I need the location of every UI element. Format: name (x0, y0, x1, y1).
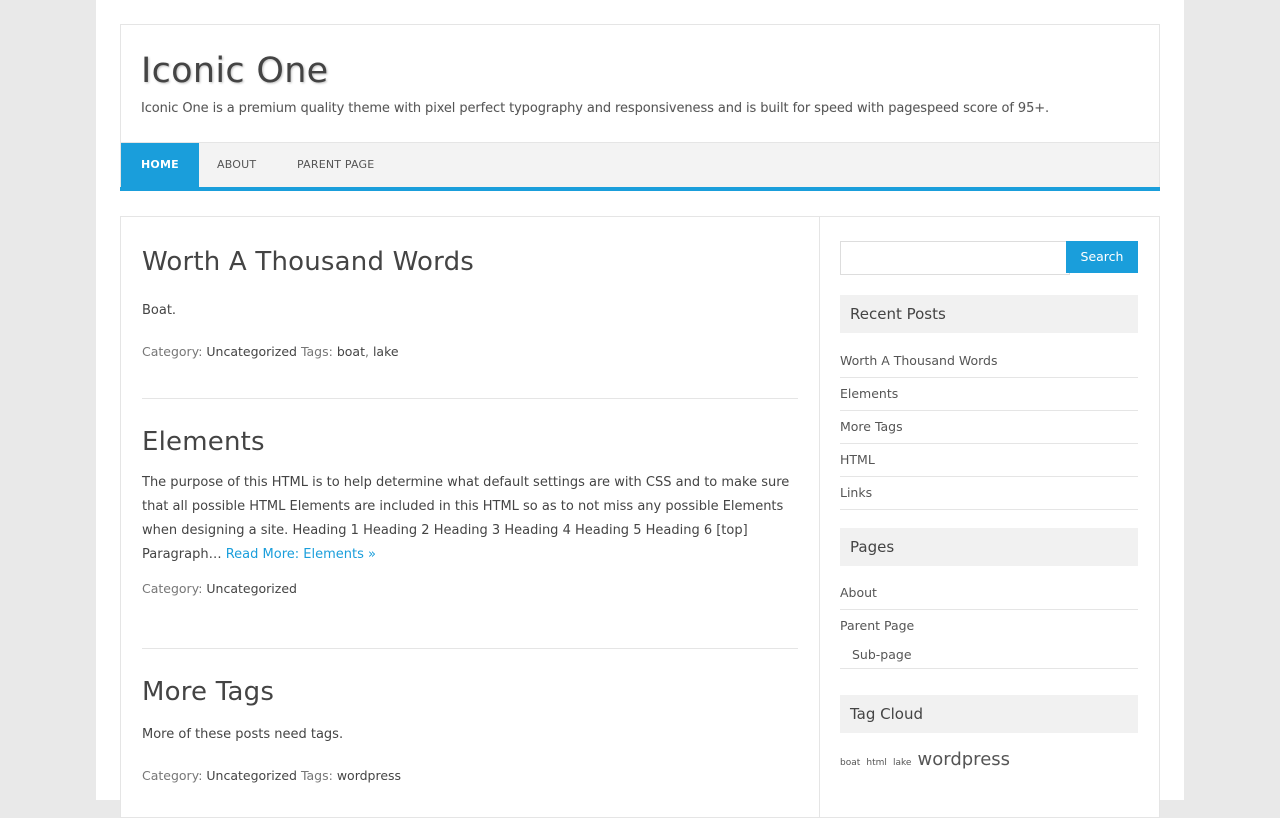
tag-cloud-link[interactable]: html (866, 758, 887, 768)
post-title[interactable]: Worth A Thousand Words (142, 247, 798, 277)
post-title[interactable]: More Tags (142, 677, 798, 707)
post-title[interactable]: Elements (142, 427, 798, 457)
page-link-about[interactable]: About (840, 577, 1138, 610)
post-separator (142, 398, 798, 399)
post-meta: Category: Uncategorized Tags: boat, lake (142, 344, 399, 359)
nav-item-about[interactable]: About (217, 143, 256, 187)
post-excerpt: Boat. (142, 303, 177, 318)
nav-item-home[interactable]: Home (121, 143, 199, 187)
category-link[interactable]: Uncategorized (206, 768, 297, 783)
post-meta: Category: Uncategorized Tags: wordpress (142, 768, 798, 783)
tags-label: Tags: (300, 344, 333, 359)
search-input[interactable] (840, 241, 1070, 275)
post-excerpt: The purpose of this HTML is to help dete… (142, 471, 798, 567)
tag-cloud-link[interactable]: wordpress (918, 749, 1011, 770)
tag-cloud: boat html lake wordpress (840, 749, 1011, 770)
category-label: Category: (142, 344, 203, 359)
tag-link[interactable]: boat (337, 344, 365, 359)
tag-link[interactable]: wordpress (337, 768, 401, 783)
post-meta: Category: Uncategorized (142, 581, 798, 596)
tag-link[interactable]: lake (373, 344, 399, 359)
category-label: Category: (142, 768, 203, 783)
tag-cloud-link[interactable]: lake (893, 758, 911, 768)
pages-list: About Parent Page Sub-page (840, 577, 1138, 669)
recent-posts-title: Recent Posts (840, 295, 1138, 333)
post-excerpt: More of these posts need tags. (142, 727, 344, 742)
recent-post-link[interactable]: HTML (840, 444, 1138, 477)
tags-label: Tags: (300, 768, 333, 783)
tag-cloud-title: Tag Cloud (840, 695, 1138, 733)
category-label: Category: (142, 581, 203, 596)
content-wrapper: Worth A Thousand Words Boat. Category: U… (120, 216, 1160, 818)
site-title[interactable]: Iconic One (141, 51, 329, 91)
recent-post-link[interactable]: Links (840, 477, 1138, 510)
post: Worth A Thousand Words Boat. Category: U… (142, 247, 798, 359)
post: More Tags More of these posts need tags.… (142, 677, 798, 783)
tag-cloud-link[interactable]: boat (840, 758, 860, 768)
recent-post-link[interactable]: Elements (840, 378, 1138, 411)
main-navigation: Home About Parent Page (120, 142, 1160, 187)
post: Elements The purpose of this HTML is to … (142, 427, 798, 596)
category-link[interactable]: Uncategorized (206, 344, 297, 359)
page-link-sub-page[interactable]: Sub-page (840, 642, 1138, 669)
post-separator (142, 648, 798, 649)
recent-post-link[interactable]: Worth A Thousand Words (840, 345, 1138, 378)
page-link-parent-page[interactable]: Parent Page (840, 610, 1138, 642)
category-link[interactable]: Uncategorized (206, 581, 297, 596)
recent-posts-list: Worth A Thousand Words Elements More Tag… (840, 345, 1138, 510)
nav-item-parent-page[interactable]: Parent Page (297, 143, 374, 187)
main-content: Worth A Thousand Words Boat. Category: U… (121, 217, 820, 817)
pages-title: Pages (840, 528, 1138, 566)
recent-post-link[interactable]: More Tags (840, 411, 1138, 444)
site-description: Iconic One is a premium quality theme wi… (141, 101, 1050, 116)
nav-accent-bar (120, 187, 1160, 191)
search-button[interactable]: Search (1066, 241, 1138, 273)
read-more-link[interactable]: Read More: Elements » (226, 547, 376, 562)
page-container: Iconic One Iconic One is a premium quali… (96, 0, 1184, 818)
site-header: Iconic One Iconic One is a premium quali… (120, 24, 1160, 142)
